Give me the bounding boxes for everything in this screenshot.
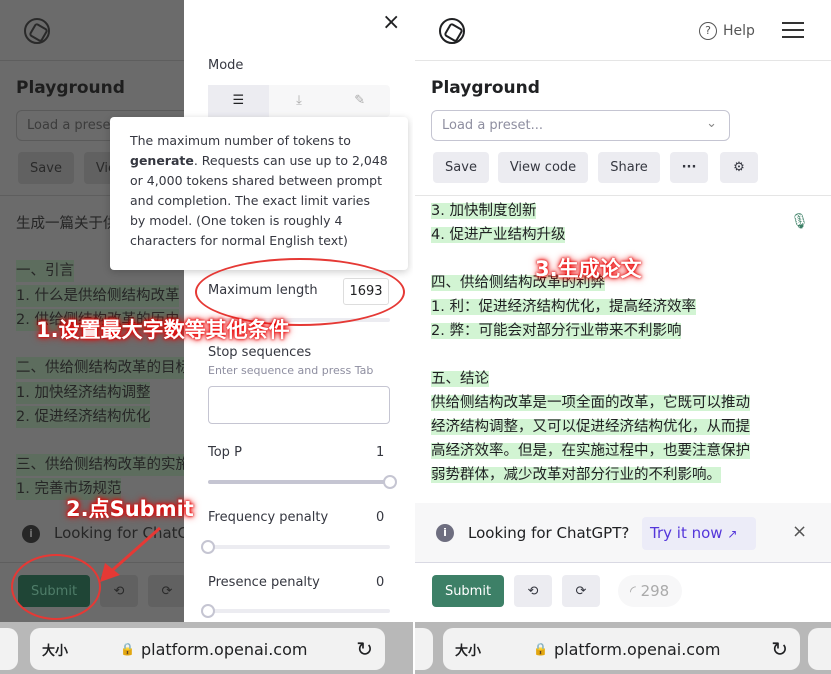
settings-button[interactable]: ⚙	[720, 152, 758, 183]
text-line: 1. 加快经济结构调整	[16, 382, 151, 404]
presence-penalty-value[interactable]: 0	[376, 575, 384, 590]
text-line: 2. 促进经济结构优化	[16, 406, 151, 428]
save-button[interactable]: Save	[18, 152, 74, 184]
top-p-slider-handle[interactable]	[383, 475, 397, 489]
tooltip-text: The maximum number of tokens to	[130, 133, 351, 148]
more-button[interactable]: ···	[670, 152, 708, 183]
completion-text[interactable]: 3. 加快制度创新 4. 促进产业结构升级 四、供给侧结构改革的利弊 1. 利：…	[431, 200, 791, 486]
text-line: 1. 什么是供给侧结构改革	[16, 285, 180, 307]
page-title: Playground	[16, 78, 125, 98]
try-it-now-link[interactable]: Try it now ↗	[642, 517, 756, 550]
reload-icon[interactable]: ↻	[356, 637, 373, 661]
top-p-value[interactable]: 1	[376, 445, 384, 460]
lock-icon: 🔒	[120, 642, 135, 656]
browser-bar: 大小 🔒 platform.openai.com ↻	[0, 622, 413, 674]
left-screenshot: Playground Load a preset... Save View co…	[0, 0, 413, 674]
spinner-icon: ◜	[630, 582, 636, 600]
prev-tab	[0, 628, 18, 670]
preset-placeholder: Load a preset...	[442, 118, 543, 133]
address-bar[interactable]: 大小 🔒 platform.openai.com ↻	[30, 628, 385, 670]
url-text: platform.openai.com	[140, 639, 308, 659]
undo-icon: ⟲	[527, 583, 539, 599]
save-button[interactable]: Save	[433, 152, 489, 183]
submit-button[interactable]: Submit	[432, 575, 504, 607]
info-icon: i	[436, 524, 454, 542]
top-p-label: Top P	[208, 445, 242, 460]
share-button[interactable]: Share	[598, 152, 660, 183]
stop-sequences-label: Stop sequences	[208, 345, 312, 360]
annotation-step3: 3.生成论文	[535, 257, 642, 281]
frequency-penalty-value[interactable]: 0	[376, 510, 384, 525]
undo-button[interactable]: ⟲	[514, 575, 552, 607]
text-line: 供给侧结构改革是一项全面的改革，它既可以推动	[431, 395, 750, 411]
refresh-icon: ⟳	[575, 583, 587, 599]
text-line: 4. 促进产业结构升级	[431, 227, 566, 243]
openai-logo-icon	[24, 18, 50, 44]
max-length-tooltip: The maximum number of tokens to generate…	[110, 117, 408, 270]
token-count-value: 298	[640, 582, 670, 600]
text-line: 二、供给侧结构改革的目标	[16, 357, 184, 379]
text-line: 1. 利：促进经济结构优化，提高经济效率	[431, 299, 696, 315]
preset-select[interactable]: Load a preset... ⌄	[431, 110, 730, 141]
complete-mode-icon[interactable]: ☰	[208, 85, 269, 117]
url-text: platform.openai.com	[553, 639, 721, 659]
presence-penalty-handle[interactable]	[201, 604, 215, 618]
text-line: 三、供给侧结构改革的实施	[16, 454, 184, 476]
frequency-penalty-handle[interactable]	[201, 540, 215, 554]
help-icon[interactable]: ?	[699, 22, 717, 40]
view-code-button[interactable]: View code	[498, 152, 588, 183]
presence-penalty-label: Presence penalty	[208, 575, 320, 590]
annotation-circle	[11, 554, 101, 620]
top-p-slider[interactable]	[208, 480, 390, 484]
microphone-icon[interactable]: 🎙	[790, 212, 809, 230]
lock-icon: 🔒	[533, 642, 548, 656]
frequency-penalty-slider[interactable]	[208, 545, 390, 549]
close-icon[interactable]: ×	[382, 10, 400, 35]
undo-icon: ⟲	[113, 583, 125, 599]
annotation-step1: 1.设置最大字数等其他条件	[36, 318, 290, 342]
mode-selector: ☰ ⤓ ✎	[208, 85, 390, 117]
openai-logo-icon	[439, 18, 465, 44]
next-tab	[808, 628, 831, 670]
browser-bar: 大小 🔒 platform.openai.com ↻	[415, 622, 831, 674]
try-it-now-label: Try it now	[650, 524, 723, 542]
reload-icon[interactable]: ↻	[771, 637, 788, 661]
prev-tab	[415, 628, 433, 670]
annotation-step2: 2.点Submit	[66, 497, 194, 521]
edit-mode-icon[interactable]: ✎	[329, 85, 390, 117]
chevron-down-icon: ⌄	[706, 116, 717, 131]
text-size-button[interactable]: 大小	[42, 640, 68, 659]
regenerate-button[interactable]: ⟳	[562, 575, 600, 607]
text-line: 弱势群体，减少改革对部分行业的不利影响。	[431, 467, 721, 483]
stop-sequences-hint: Enter sequence and press Tab	[208, 364, 374, 377]
close-icon[interactable]: ×	[792, 521, 807, 542]
frequency-penalty-label: Frequency penalty	[208, 510, 329, 525]
annotation-arrow	[100, 526, 161, 582]
address-bar[interactable]: 大小 🔒 platform.openai.com ↻	[443, 628, 800, 670]
chatgpt-banner: i Looking for ChatGPT? Try it now ↗ ×	[415, 503, 831, 563]
help-link[interactable]: Help	[723, 23, 755, 39]
gear-icon: ⚙	[733, 160, 745, 175]
token-count: ◜ 298	[618, 575, 682, 607]
presence-penalty-slider[interactable]	[208, 609, 390, 613]
text-line: 五、结论	[431, 371, 489, 387]
right-screenshot: ? Help Playground Load a preset... ⌄ Save…	[415, 0, 831, 674]
text-line: 3. 加快制度创新	[431, 203, 537, 219]
stop-sequences-input[interactable]	[208, 386, 390, 424]
text-size-button[interactable]: 大小	[455, 640, 481, 659]
tooltip-bold: generate	[130, 153, 194, 168]
text-line: 一、引言	[16, 260, 74, 282]
refresh-icon: ⟳	[161, 583, 173, 599]
text-line: 经济结构调整，又可以促进经济结构优化，从而提	[431, 419, 750, 435]
menu-icon[interactable]	[782, 22, 804, 38]
mode-label: Mode	[208, 58, 244, 73]
text-line: 2. 弊：可能会对部分行业带来不利影响	[431, 323, 682, 339]
text-line: 高经济效率。但是，在实施过程中，也要注意保护	[431, 443, 750, 459]
banner-text: Looking for ChatGPT?	[468, 524, 630, 542]
external-link-icon: ↗	[727, 527, 738, 541]
insert-mode-icon[interactable]: ⤓	[269, 85, 330, 117]
page-title: Playground	[431, 78, 540, 98]
info-icon: i	[22, 525, 40, 543]
